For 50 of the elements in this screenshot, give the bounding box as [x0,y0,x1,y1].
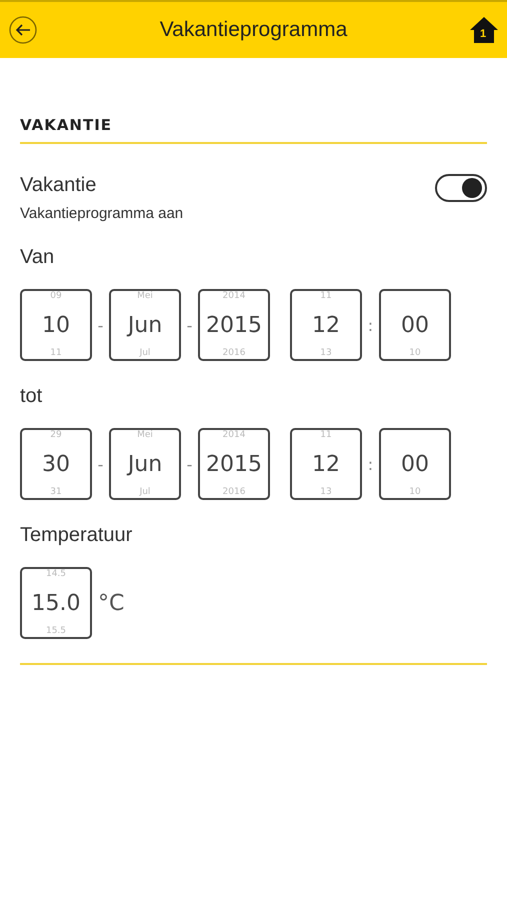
next-value: 31 [50,487,62,498]
previous-value: 29 [50,430,62,441]
vacation-description: Vakantieprogramma aan [20,205,184,222]
back-button[interactable] [8,15,38,45]
vacation-label: Vakantie [20,174,98,197]
spinner-field[interactable]: 09 10 11 [20,289,92,361]
separator: - [186,316,194,334]
previous-value: 2014 [222,291,246,302]
next-value: 13 [320,487,332,498]
next-value: 13 [320,348,332,359]
next-value: Jul [140,348,150,359]
next-value: 11 [50,348,62,359]
temperature-unit: °C [98,590,124,616]
previous-value: 14.5 [46,569,66,580]
next-value: Jul [140,487,150,498]
spinner-field[interactable]: 00 10 [379,428,451,500]
separator: - [186,454,194,474]
separator: : [366,454,374,474]
page-title: Vakantieprogramma [160,18,348,42]
previous-value: Mei [137,291,153,302]
range-label: tot [20,385,44,408]
previous-value: 2014 [222,430,246,441]
home-number: 1 [480,28,486,40]
spinner-field[interactable]: 29 30 31 [20,428,92,500]
home-icon [468,15,499,45]
previous-value: 11 [320,430,332,441]
separator: - [96,454,104,474]
section-title: VAKANTIE [20,116,114,134]
next-value: 2016 [222,348,246,359]
spinner-field[interactable]: 2014 2015 2016 [198,289,270,361]
spinner-field[interactable]: 2014 2015 2016 [198,428,270,500]
separator: - [96,316,104,334]
spinner-field[interactable]: Mei Jun Jul [109,289,181,361]
spinner-field[interactable]: 11 12 13 [290,289,362,361]
next-value: 10 [409,348,421,359]
previous-value: Mei [137,430,153,441]
temperature-spinner[interactable]: 14.5 15.0 15.5 [20,567,92,639]
range-label: Van [20,246,56,269]
next-value: 2016 [222,487,246,498]
previous-value: 11 [320,291,332,302]
separator: : [366,316,374,334]
previous-value: 09 [50,291,62,302]
spinner-field[interactable]: 00 10 [379,289,451,361]
home-button[interactable]: 1 [468,15,499,45]
next-value: 15.5 [46,626,66,637]
next-value: 10 [409,487,421,498]
spinner-field[interactable]: 11 12 13 [290,428,362,500]
spinner-field[interactable]: Mei Jun Jul [109,428,181,500]
vacation-toggle[interactable] [435,174,487,202]
temperature-label: Temperatuur [20,524,134,547]
